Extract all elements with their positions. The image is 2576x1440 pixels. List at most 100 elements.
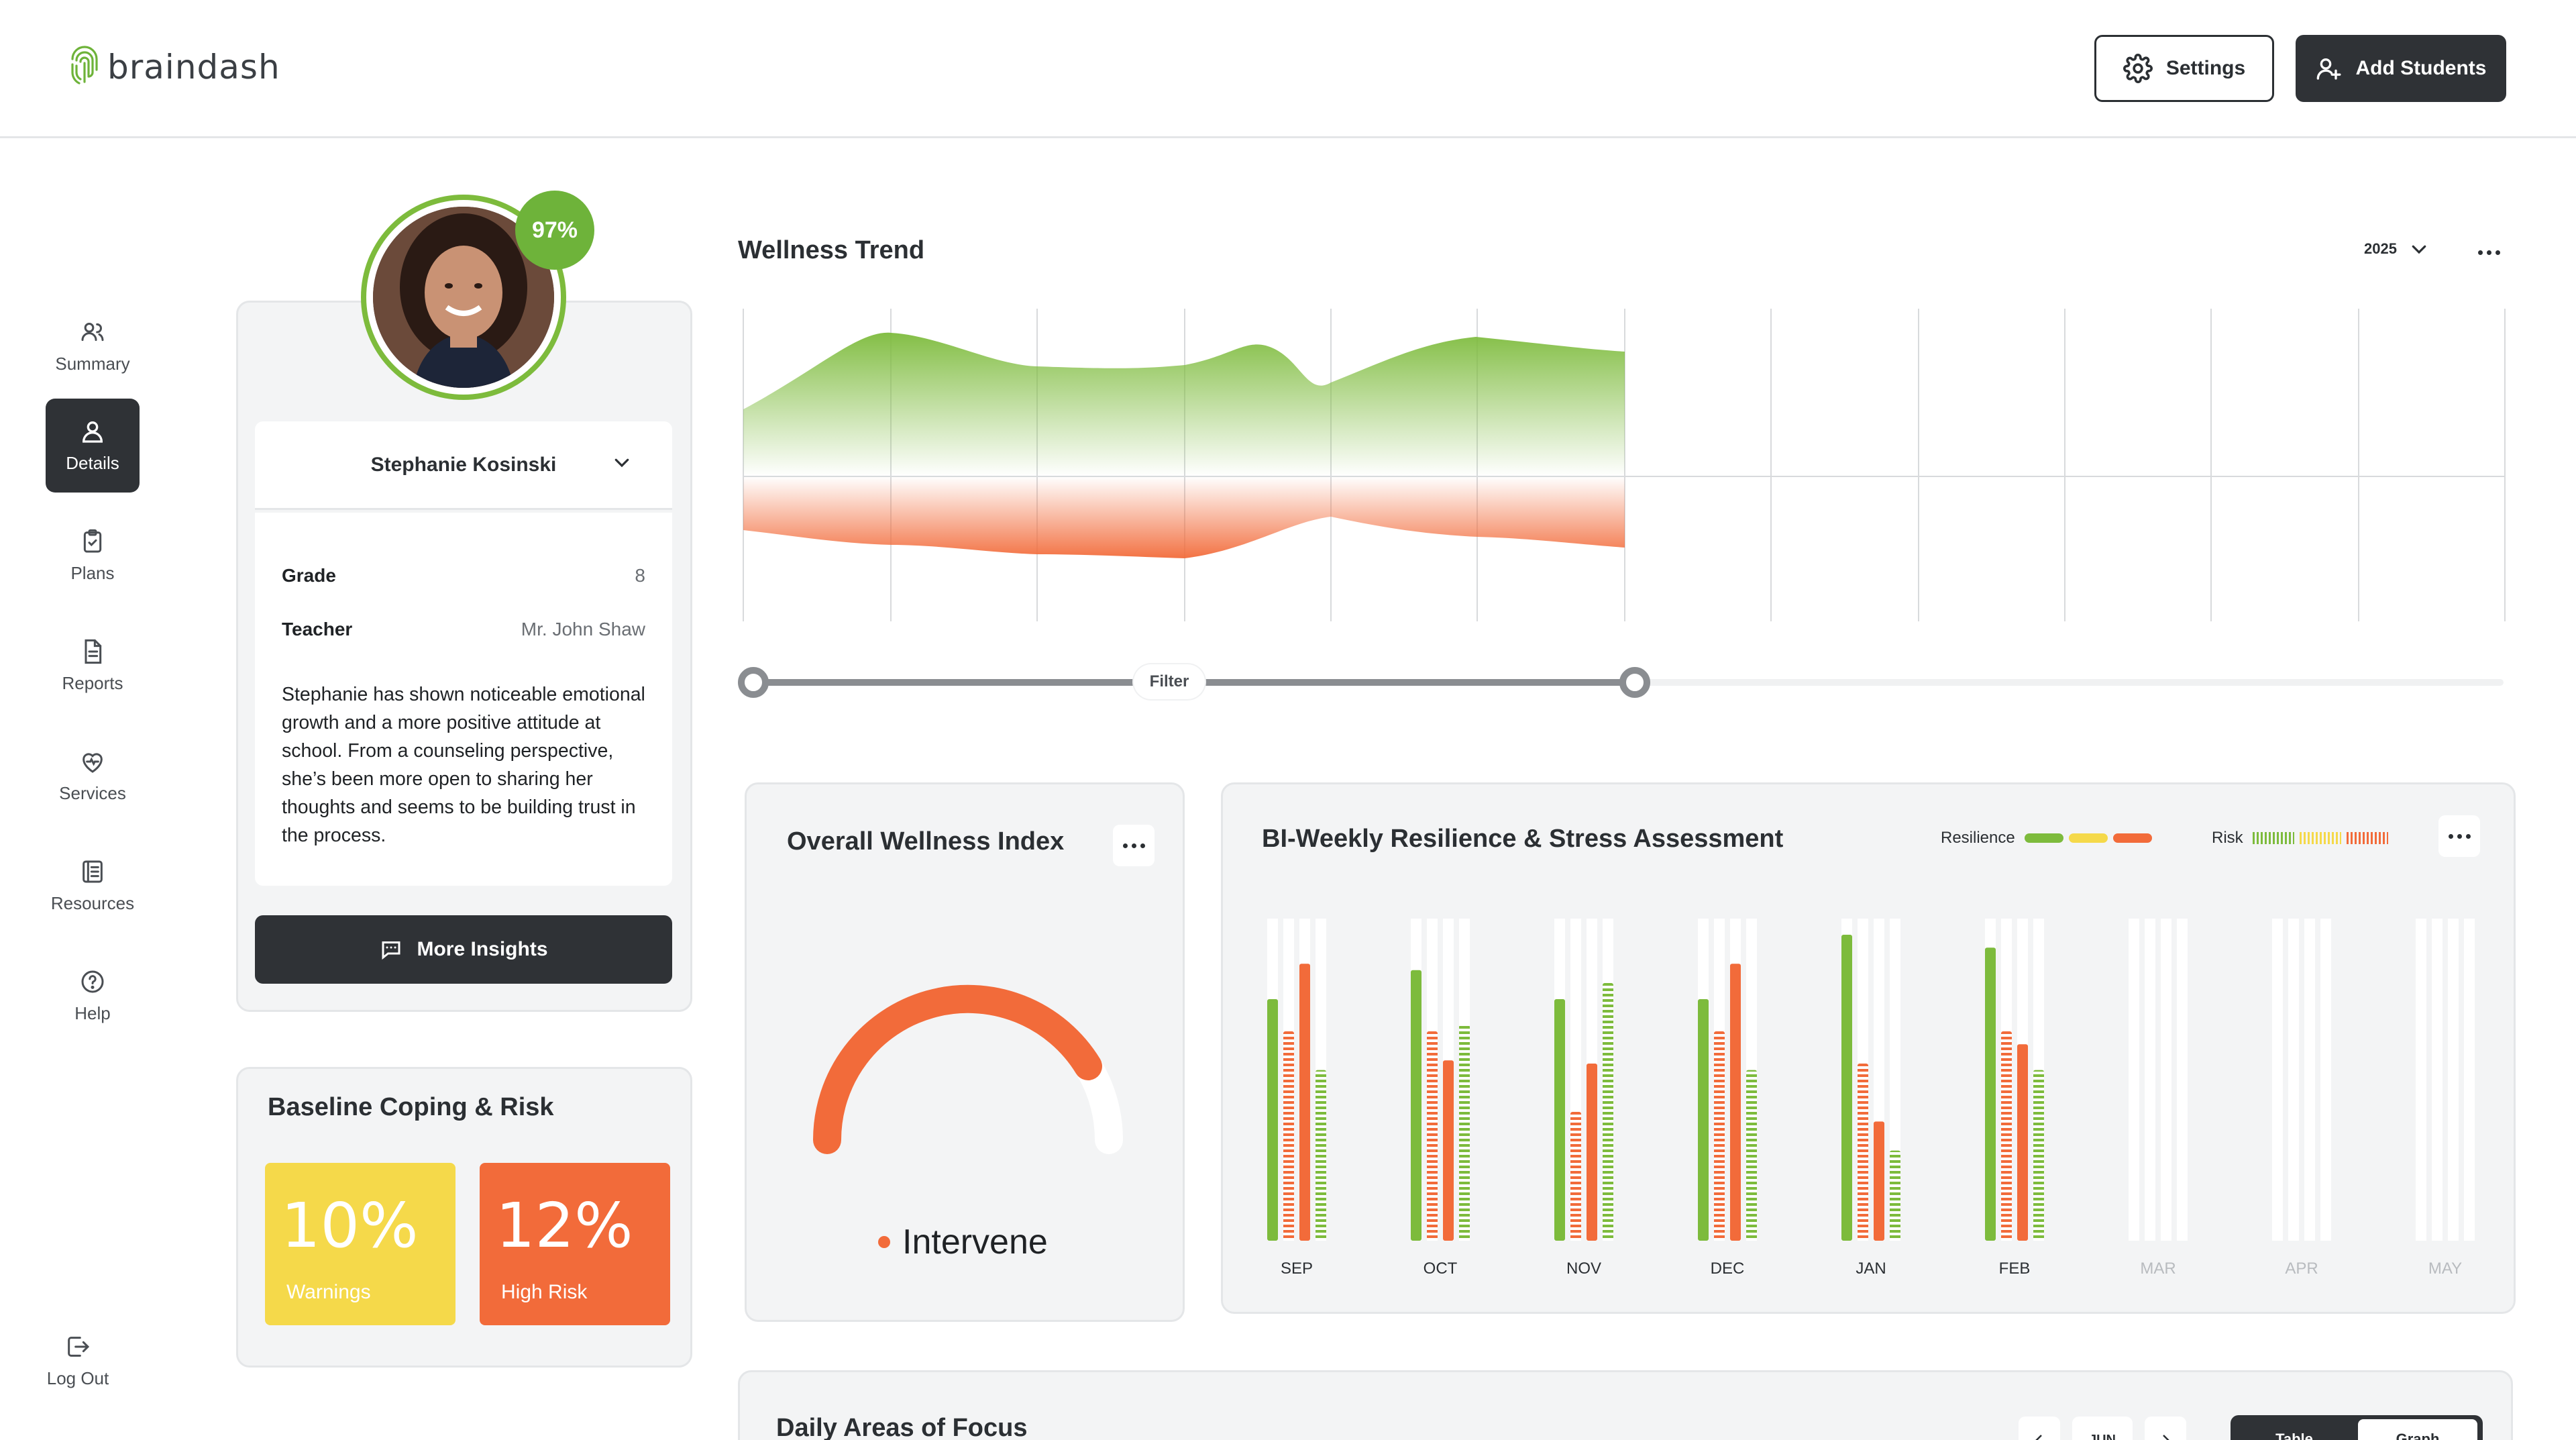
bar-dec-2[interactable] [1730, 964, 1741, 1241]
chevron-left-icon [2035, 1435, 2042, 1440]
legend-risk: Risk [2212, 829, 2388, 847]
wellness-trend-title: Wellness Trend [738, 236, 925, 264]
bar-dec-0[interactable] [1698, 999, 1709, 1241]
prev-month-button[interactable] [2019, 1417, 2060, 1440]
bar-nov-0[interactable] [1554, 999, 1565, 1241]
fingerprint-icon [71, 46, 98, 85]
sidebar-item-summary[interactable]: Summary [46, 299, 140, 393]
bar-feb-2[interactable] [2017, 1044, 2028, 1241]
sidebar-item-help[interactable]: Help [46, 949, 140, 1043]
heart-pulse-icon [83, 752, 103, 773]
wellness-score-badge: 97% [515, 191, 594, 270]
teacher-value: Mr. John Shaw [521, 619, 645, 639]
sidebar-item-plans[interactable]: Plans [46, 509, 140, 603]
chevron-right-icon [2163, 1435, 2169, 1440]
chevron-down-icon [2412, 245, 2426, 254]
sidebar-item-label: Resources [50, 892, 135, 913]
sidebar-item-label: Details [66, 452, 119, 473]
month-label-mar: MAR [2140, 1259, 2176, 1278]
grade-value: 8 [635, 565, 645, 586]
bar-jan-0[interactable] [1841, 935, 1852, 1241]
sidebar-item-label: Summary [55, 353, 130, 374]
wellness-gauge [813, 984, 1123, 1154]
settings-label: Settings [2165, 57, 2246, 79]
bar-track [2432, 919, 2443, 1241]
bar-nov-2[interactable] [1587, 1064, 1597, 1241]
filter-button[interactable]: Filter [1134, 664, 1205, 699]
bar-oct-1[interactable] [1427, 1031, 1438, 1241]
teacher-label: Teacher [282, 619, 353, 639]
bar-nov-3[interactable] [1603, 983, 1613, 1241]
daily-focus-title: Daily Areas of Focus [776, 1414, 1028, 1440]
overall-wellness-title: Overall Wellness Index [787, 827, 1065, 856]
logo-text: braindash [107, 48, 280, 87]
tab-graph[interactable]: Graph [2358, 1419, 2477, 1440]
high-risk-stat: 12% High Risk [480, 1163, 670, 1325]
add-students-button[interactable]: Add Students [2296, 35, 2506, 102]
bar-sep-1[interactable] [1283, 1031, 1294, 1241]
grade-label: Grade [282, 565, 336, 586]
bar-dec-3[interactable] [1746, 1070, 1757, 1241]
bar-oct-2[interactable] [1443, 1060, 1454, 1241]
range-start-handle[interactable] [738, 667, 769, 698]
trend-more-button[interactable] [2469, 239, 2509, 266]
month-label-oct: OCT [1423, 1259, 1458, 1278]
logout-button[interactable]: Log Out [31, 1314, 125, 1408]
bar-jan-1[interactable] [1858, 1064, 1868, 1241]
month-label-apr: APR [2285, 1259, 2318, 1278]
bar-oct-3[interactable] [1459, 1025, 1470, 1241]
month-label-feb: FEB [1998, 1259, 2031, 1278]
next-month-button[interactable] [2145, 1417, 2186, 1440]
wellness-status: Intervene [878, 1222, 1048, 1262]
bar-feb-1[interactable] [2001, 1031, 2012, 1241]
student-selector[interactable]: Stephanie Kosinski [255, 421, 672, 510]
sidebar-item-resources[interactable]: Resources [46, 839, 140, 933]
year-value: 2025 [2364, 240, 2397, 257]
legend-resilience-label: Resilience [1941, 829, 2015, 847]
sidebar-item-reports[interactable]: Reports [46, 619, 140, 713]
bar-track [2145, 919, 2155, 1241]
bar-nov-1[interactable] [1570, 1112, 1581, 1241]
sidebar-item-label: Services [59, 782, 126, 803]
status-dot [878, 1236, 890, 1248]
student-bio: Stephanie has shown noticeable emotional… [282, 684, 645, 846]
bar-jan-3[interactable] [1890, 1150, 1900, 1241]
app-logo[interactable]: braindash [67, 46, 280, 89]
sidebar-item-services[interactable]: Services [46, 729, 140, 823]
bar-oct-0[interactable] [1411, 970, 1421, 1241]
wellness-trend-chart [743, 309, 2506, 621]
book-icon [83, 860, 103, 882]
add-students-label: Add Students [2355, 57, 2487, 79]
bar-jan-2[interactable] [1874, 1121, 1884, 1241]
help-icon [81, 970, 104, 992]
high-risk-value: 12% [496, 1190, 633, 1262]
bar-dec-1[interactable] [1714, 1031, 1725, 1241]
wellness-status-label: Intervene [902, 1223, 1048, 1262]
sidebar-item-details[interactable]: Details [46, 399, 140, 493]
baseline-card: Baseline Coping & Risk 10% Warnings 12% … [236, 1067, 692, 1368]
month-label-may: MAY [2428, 1259, 2463, 1278]
sidebar-item-label: Reports [62, 672, 123, 693]
sidebar: Summary Details Plans Reports Services R… [0, 138, 174, 1440]
view-toggle: Table Graph [2231, 1415, 2483, 1440]
bar-sep-2[interactable] [1299, 964, 1310, 1241]
bar-track [2448, 919, 2459, 1241]
add-user-icon [2316, 58, 2341, 80]
legend-risk-label: Risk [2212, 829, 2243, 847]
range-end-handle[interactable] [1619, 667, 1650, 698]
resilience-more-button[interactable] [2438, 815, 2480, 857]
bar-feb-0[interactable] [1985, 947, 1996, 1241]
settings-button[interactable]: Settings [2094, 35, 2274, 102]
more-insights-button[interactable]: More Insights [255, 915, 672, 984]
month-label-dec: DEC [1710, 1259, 1745, 1278]
sidebar-item-label: Help [74, 1002, 111, 1023]
bar-sep-0[interactable] [1267, 999, 1278, 1241]
tab-table[interactable]: Table [2231, 1415, 2358, 1440]
sidebar-item-label: Plans [70, 562, 115, 583]
bar-feb-3[interactable] [2033, 1070, 2044, 1241]
clipboard-check-icon [83, 529, 102, 552]
wellness-more-button[interactable] [1113, 825, 1155, 866]
top-header: braindash Settings Add Students [0, 0, 2576, 138]
bar-sep-3[interactable] [1316, 1070, 1326, 1241]
year-selector[interactable]: 2025 [2364, 239, 2429, 259]
